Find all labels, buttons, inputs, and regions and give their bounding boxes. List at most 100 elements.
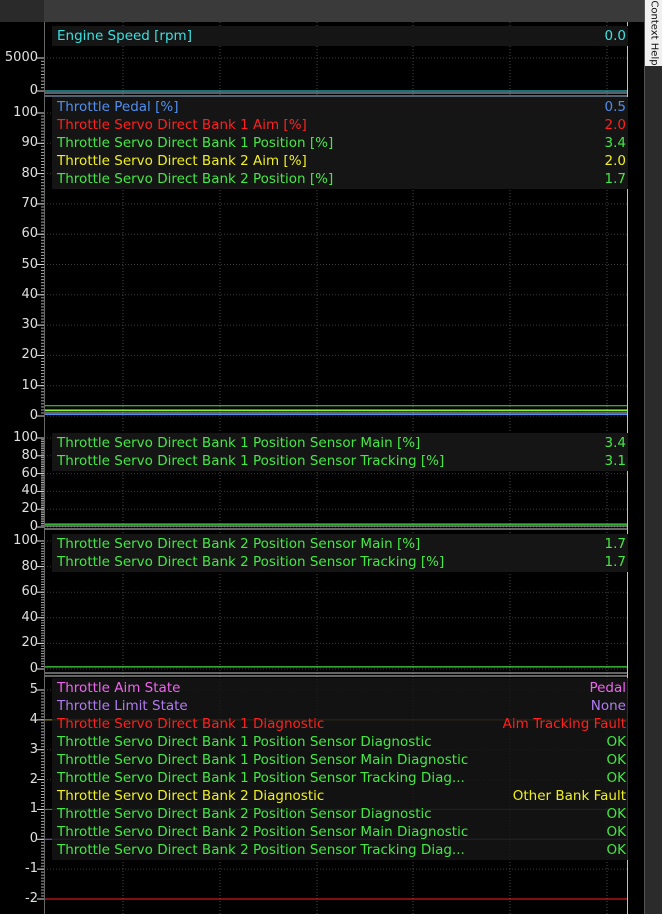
channel-label: Throttle Servo Direct Bank 2 Aim [%] — [57, 153, 307, 169]
channel-row[interactable]: Throttle Servo Direct Bank 2 Aim [%] 2.0 — [52, 152, 628, 170]
y-tick-label: 0 — [29, 408, 38, 423]
channel-row[interactable]: Throttle Servo Direct Bank 1 Position Se… — [52, 733, 628, 751]
channel-value: 3.4 — [604, 135, 626, 151]
channel-row[interactable]: Throttle Servo Direct Bank 1 Aim [%] 2.0 — [52, 116, 628, 134]
y-tick-label: 60 — [21, 584, 38, 600]
channel-value: None — [590, 698, 626, 714]
channel-row[interactable]: Throttle Servo Direct Bank 2 Position Se… — [52, 805, 628, 823]
y-tick-label: 0 — [29, 831, 38, 847]
channel-label: Throttle Servo Direct Bank 1 Diagnostic — [57, 716, 325, 732]
channel-value: 0.5 — [604, 99, 626, 115]
y-tick-label: 0 — [29, 519, 38, 534]
channel-row[interactable]: Throttle Servo Direct Bank 1 Position [%… — [52, 134, 628, 152]
channel-value: 1.7 — [604, 171, 626, 187]
channel-label: Throttle Servo Direct Bank 1 Position Se… — [57, 752, 469, 768]
channel-label: Throttle Servo Direct Bank 2 Position Se… — [57, 554, 445, 570]
y-tick-label: 40 — [21, 286, 38, 302]
channel-row[interactable]: Throttle Limit State None — [52, 697, 628, 715]
y-tick-label: 1 — [29, 801, 38, 817]
channel-label: Throttle Servo Direct Bank 1 Position Se… — [57, 734, 432, 750]
channel-row[interactable]: Throttle Servo Direct Bank 2 Diagnostic O… — [52, 787, 628, 805]
channel-row[interactable]: Throttle Servo Direct Bank 1 Position Se… — [52, 452, 628, 470]
channel-row[interactable]: Throttle Servo Direct Bank 2 Position Se… — [52, 841, 628, 859]
y-tick-label: 0 — [29, 83, 38, 98]
channel-row[interactable]: Throttle Servo Direct Bank 2 Position Se… — [52, 553, 628, 571]
y-tick-label: 80 — [21, 165, 38, 181]
y-tick-label: 60 — [21, 465, 38, 481]
y-tick-label: 100 — [13, 533, 38, 548]
channel-label: Throttle Limit State — [57, 698, 188, 714]
y-tick-label: 20 — [21, 501, 38, 517]
channel-row[interactable]: Throttle Servo Direct Bank 1 Position Se… — [52, 751, 628, 769]
y-tick-label: 30 — [21, 317, 38, 333]
channel-label: Throttle Servo Direct Bank 1 Position Se… — [57, 453, 445, 469]
legend-panel-throttle: Throttle Pedal [%] 0.5 Throttle Servo Dire… — [52, 97, 628, 189]
legend-panel-engine: Engine Speed [rpm] 0.0 — [52, 26, 628, 46]
channel-label: Throttle Servo Direct Bank 2 Position [%… — [57, 171, 334, 187]
y-tick-label: 40 — [21, 483, 38, 499]
legend-panel-bank2: Throttle Servo Direct Bank 2 Position Se… — [52, 534, 628, 572]
channel-value: 0.0 — [604, 28, 626, 44]
channel-value: Other Bank Fault — [512, 788, 626, 804]
channel-label: Engine Speed [rpm] — [57, 28, 192, 44]
y-tick-label: 50 — [21, 256, 38, 272]
channel-label: Throttle Servo Direct Bank 1 Aim [%] — [57, 117, 307, 133]
channel-value: 1.7 — [604, 536, 626, 552]
channel-label: Throttle Servo Direct Bank 2 Diagnostic — [57, 788, 325, 804]
channel-label: Throttle Servo Direct Bank 1 Position [%… — [57, 135, 334, 151]
context-help-label[interactable]: Context Help — [649, 0, 660, 65]
channel-value: 3.4 — [604, 435, 626, 451]
context-help-sidebar[interactable] — [644, 0, 662, 914]
y-tick-label: 20 — [21, 347, 38, 363]
y-tick-label: 5000 — [4, 50, 38, 65]
channel-row[interactable]: Throttle Aim State Pedal — [52, 679, 628, 697]
y-tick-label: 70 — [21, 195, 38, 211]
channel-row[interactable]: Throttle Servo Direct Bank 1 Position Se… — [52, 769, 628, 787]
y-tick-label: -2 — [25, 891, 38, 906]
channel-row[interactable]: Engine Speed [rpm] 0.0 — [52, 27, 628, 45]
channel-value: OK — [606, 734, 626, 750]
channel-row[interactable]: Throttle Servo Direct Bank 2 Position Se… — [52, 535, 628, 553]
channel-value: 3.1 — [604, 453, 626, 469]
channel-row[interactable]: Throttle Servo Direct Bank 2 Position Se… — [52, 823, 628, 841]
y-tick-label: 5 — [29, 682, 38, 697]
y-tick-label: 90 — [21, 135, 38, 151]
y-tick-label: 20 — [21, 635, 38, 651]
channel-label: Throttle Servo Direct Bank 2 Position Se… — [57, 842, 465, 858]
channel-value: 1.7 — [604, 554, 626, 570]
channel-value: OK — [606, 806, 626, 822]
y-tick-label: 2 — [29, 771, 38, 787]
channel-value: OK — [606, 770, 626, 786]
channel-value: 2.0 — [604, 153, 626, 169]
y-tick-label: 60 — [21, 226, 38, 242]
legend-panel-states: Throttle Aim State Pedal Throttle Limit St… — [52, 678, 628, 860]
y-tick-label: 100 — [13, 105, 38, 120]
channel-row[interactable]: Throttle Pedal [%] 0.5 — [52, 98, 628, 116]
channel-value: Aim Tracking Fault — [502, 716, 626, 732]
channel-label: Throttle Servo Direct Bank 1 Position Se… — [57, 770, 465, 786]
y-tick-label: 3 — [29, 741, 38, 757]
channel-value: OK — [606, 842, 626, 858]
y-tick-label: 40 — [21, 609, 38, 625]
channel-label: Throttle Servo Direct Bank 2 Position Se… — [57, 536, 421, 552]
y-tick-label: 80 — [21, 447, 38, 463]
channel-label: Throttle Pedal [%] — [57, 99, 179, 115]
channel-label: Throttle Servo Direct Bank 2 Position Se… — [57, 824, 469, 840]
channel-row[interactable]: Throttle Servo Direct Bank 1 Position Se… — [52, 434, 628, 452]
channel-value: OK — [606, 752, 626, 768]
y-tick-label: 10 — [21, 377, 38, 393]
y-tick-label: 80 — [21, 558, 38, 574]
channel-row[interactable]: Throttle Servo Direct Bank 2 Position [%… — [52, 170, 628, 188]
channel-label: Throttle Servo Direct Bank 1 Position Se… — [57, 435, 421, 451]
y-tick-label: -1 — [25, 861, 38, 877]
channel-label: Throttle Aim State — [57, 680, 181, 696]
channel-value: Pedal — [589, 680, 626, 696]
y-tick-label: 100 — [13, 430, 38, 445]
channel-row[interactable]: Throttle Servo Direct Bank 1 Diagnostic A… — [52, 715, 628, 733]
y-tick-label: 4 — [29, 711, 38, 727]
channel-value: OK — [606, 824, 626, 840]
channel-label: Throttle Servo Direct Bank 2 Position Se… — [57, 806, 432, 822]
y-tick-label: 0 — [29, 661, 38, 676]
channel-value: 2.0 — [604, 117, 626, 133]
legend-panel-bank1: Throttle Servo Direct Bank 1 Position Se… — [52, 433, 628, 471]
